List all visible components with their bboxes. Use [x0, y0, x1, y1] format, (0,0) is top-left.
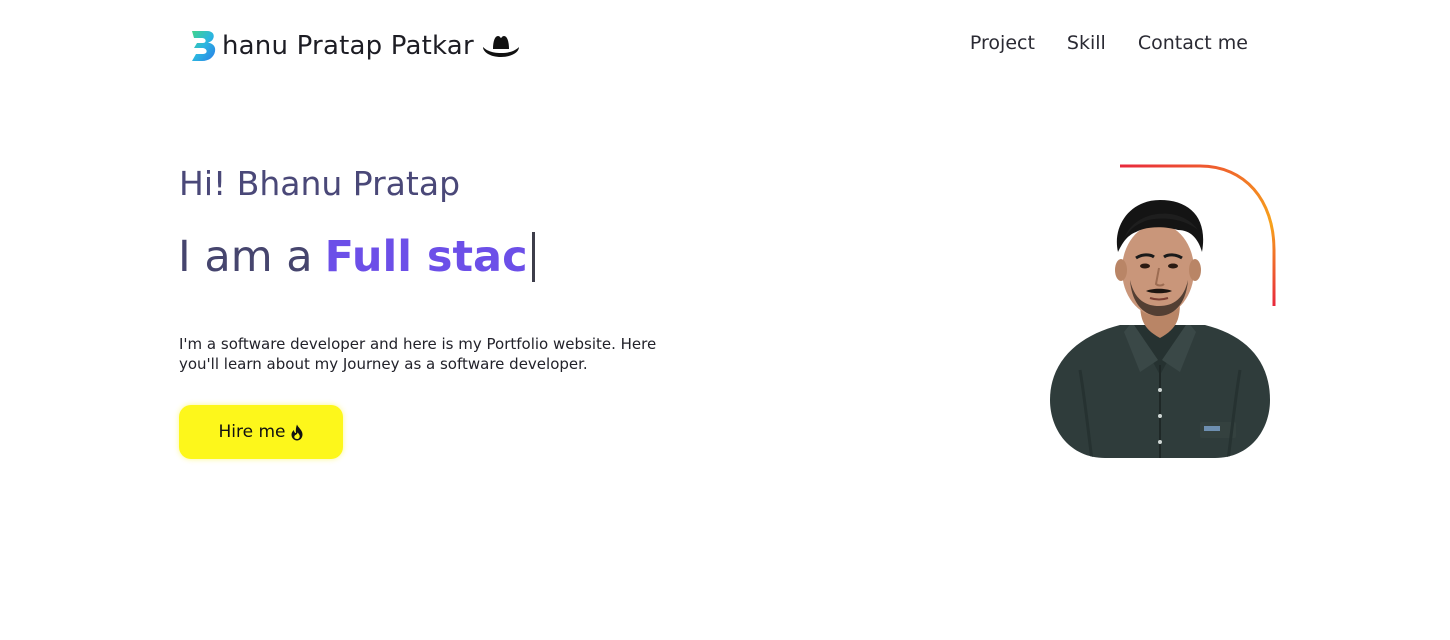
cowboy-hat-icon — [482, 36, 519, 57]
headline-prefix: I am a — [178, 232, 313, 282]
flame-icon — [291, 424, 302, 440]
typing-caret — [531, 232, 535, 282]
brand[interactable]: hanu Pratap Patkar — [188, 28, 520, 64]
nav-link-project[interactable]: Project — [970, 32, 1035, 54]
hire-me-label: Hire me — [218, 422, 286, 442]
hero-greeting: Hi! Bhanu Pratap — [179, 164, 461, 203]
hire-me-button[interactable]: Hire me — [179, 405, 343, 459]
portrait — [1040, 160, 1285, 465]
main-nav: Project Skill Contact me — [970, 32, 1248, 54]
headline-typed-text: Full stac — [324, 232, 528, 282]
nav-link-skill[interactable]: Skill — [1067, 32, 1106, 54]
portfolio-page: hanu Pratap Patkar Project Skill Contact… — [0, 0, 1450, 640]
b-letter-logo-icon — [192, 31, 216, 61]
nav-link-contact[interactable]: Contact me — [1138, 32, 1248, 54]
hero-intro: I'm a software developer and here is my … — [179, 335, 657, 373]
avatar — [1050, 200, 1270, 458]
brand-name: hanu Pratap Patkar — [222, 31, 474, 61]
hero-headline: I am a Full stac — [178, 232, 535, 282]
